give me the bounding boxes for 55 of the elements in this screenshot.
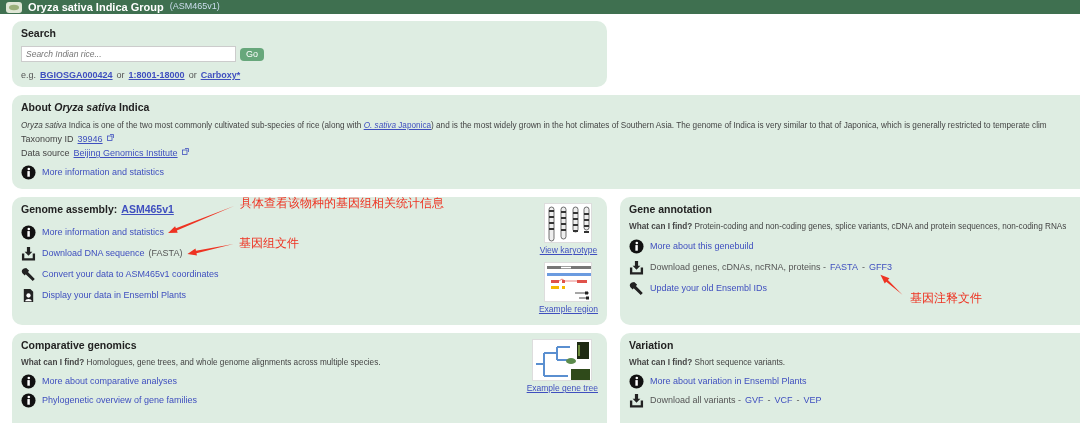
example-label: or [188, 70, 197, 82]
search-field[interactable]: Search Indian rice... [21, 46, 236, 63]
panel-title: Genome assembly: [21, 203, 118, 217]
example-label: e.g. [21, 70, 36, 82]
annotation-text: 具体查看该物种的基因组相关统计信息 [240, 195, 445, 211]
panel-title: About Oryza sativa Indica [21, 101, 151, 115]
description-text: Oryza sativa Indica is one of the two most commonly cultivated sub-species of rice (along with O. sativa Japonica) and is the most widely grown in the hot climates of Southern Asia. The genome of Indica is very similar to that of Japonica, which is generally restricted to temperate clim [21, 120, 1048, 131]
link[interactable]: More information and statistics [42, 167, 165, 179]
link-label: (FASTA) [148, 248, 183, 260]
external-link-icon [181, 148, 189, 155]
external-link-icon [106, 133, 114, 141]
link[interactable]: VEP [803, 394, 822, 406]
link-label: - [861, 261, 865, 273]
image-caption-link[interactable]: View karyotype [539, 245, 598, 256]
example-link[interactable]: Carboxy* [200, 70, 241, 82]
link[interactable]: FASTA [830, 261, 858, 273]
link[interactable]: More about variation in Ensembl Plants [650, 375, 807, 387]
link[interactable]: More about this genebuild [650, 240, 754, 252]
species-logo-icon [6, 1, 22, 13]
link[interactable]: VCF [774, 394, 793, 406]
link[interactable]: Display your data in Ensembl Plants [42, 290, 187, 302]
panel-title: Variation [629, 339, 674, 353]
assembly-label: (ASM465v1) [169, 1, 220, 13]
description-text: What can I find? Homologues, gene trees, and whole genome alignments across multiple species. [21, 358, 381, 369]
link[interactable]: Download DNA sequence [42, 248, 145, 260]
fact-link[interactable]: 39946 [77, 133, 103, 145]
fact-link[interactable]: Beijing Genomics Institute [73, 148, 178, 160]
link-label: Download genes, cDNAs, ncRNA, proteins - [650, 261, 827, 273]
link-label: - [767, 394, 771, 406]
assembly-link[interactable]: ASM465v1 [121, 203, 174, 217]
page-title: Oryza sativa Indica Group [28, 0, 164, 14]
link[interactable]: GFF3 [868, 261, 892, 273]
panel-title: Gene annotation [629, 203, 712, 217]
image-caption-link[interactable]: Example region [538, 303, 598, 315]
fact-label: Taxonomy ID [21, 133, 74, 145]
example-link[interactable]: BGIOSGA000424 [40, 70, 113, 82]
example-link[interactable]: 1:8001-18000 [128, 70, 185, 82]
annotation-arrow [187, 243, 234, 256]
example-label: or [116, 70, 125, 82]
annotation-text: 基因注释文件 [910, 290, 983, 306]
annotation-text: 基因组文件 [239, 235, 300, 251]
link-label: Download all variants - [650, 394, 742, 406]
link[interactable]: Phylogenetic overview of gene families [42, 394, 198, 406]
panel-title: Comparative genomics [21, 339, 137, 353]
link[interactable]: More about comparative analyses [42, 375, 178, 387]
link[interactable]: Update your old Ensembl IDs [650, 282, 768, 294]
image-caption-link[interactable]: Example gene tree [526, 383, 598, 394]
link[interactable]: More information and statistics [42, 227, 165, 239]
link[interactable]: GVF [745, 394, 764, 406]
link-label: - [796, 394, 800, 406]
fact-label: Data source [21, 148, 70, 160]
description-text: What can I find? Short sequence variants. [629, 358, 787, 369]
panel-title: Search [21, 27, 58, 41]
description-text: What can I find? Protein-coding and non-coding genes, splice variants, cDNA and protein sequences, non-coding RNAs [629, 222, 1067, 233]
link[interactable]: Convert your data to ASM465v1 coordinates [42, 269, 219, 281]
